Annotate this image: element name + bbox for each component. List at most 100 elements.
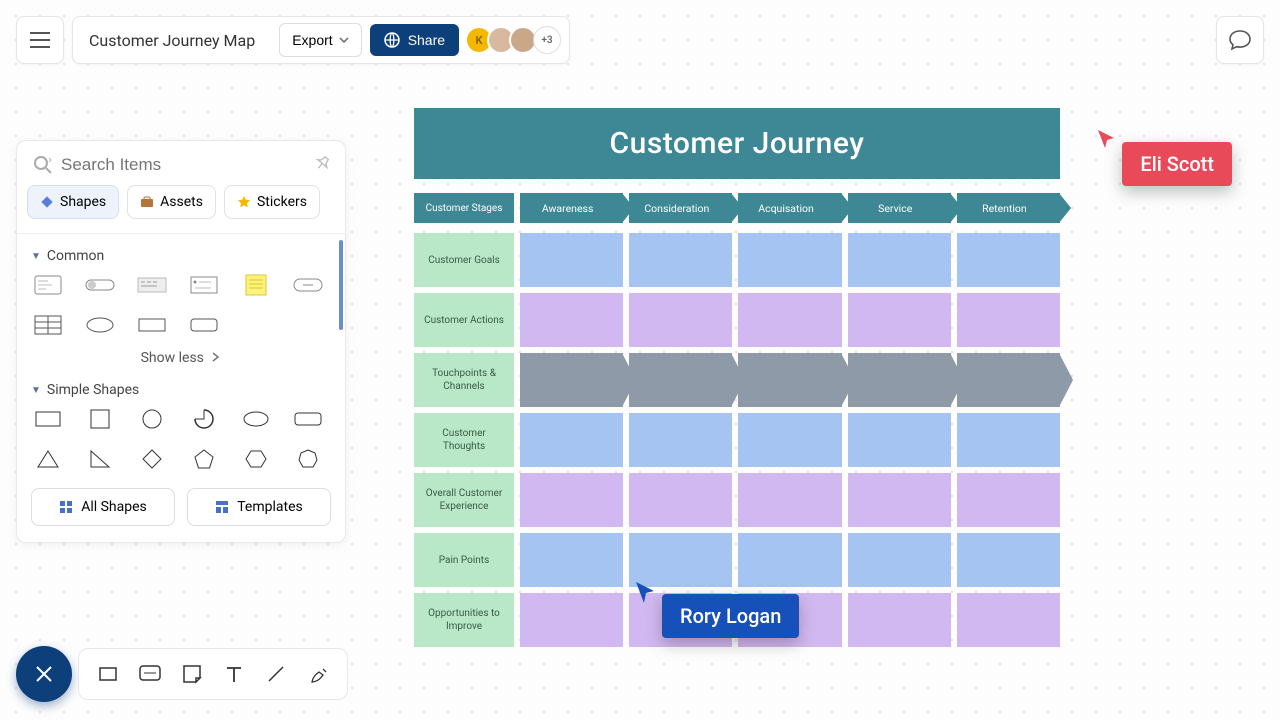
grid-icon <box>59 500 73 514</box>
diagram-cell[interactable] <box>520 293 623 347</box>
row-label[interactable]: Customer Thoughts <box>414 413 514 467</box>
diagram-cell[interactable] <box>957 233 1060 287</box>
journey-diagram[interactable]: Customer Journey Customer Stages Awarene… <box>414 108 1060 647</box>
shape-round-rect-2[interactable] <box>293 408 323 430</box>
document-title[interactable]: Customer Journey Map <box>89 31 271 50</box>
row-label[interactable]: Opportunities to Improve <box>414 593 514 647</box>
tab-assets[interactable]: Assets <box>127 185 216 219</box>
templates-button[interactable]: Templates <box>187 488 331 526</box>
diagram-cell[interactable] <box>848 353 951 407</box>
diagram-cell[interactable] <box>520 353 623 407</box>
collaborator-avatars[interactable]: K +3 <box>471 26 561 54</box>
shape-oval[interactable] <box>241 408 271 430</box>
diagram-cell[interactable] <box>738 233 841 287</box>
section-simple[interactable]: ▼Simple Shapes <box>31 372 331 406</box>
diagram-cell[interactable] <box>738 353 841 407</box>
pin-icon[interactable] <box>308 152 333 178</box>
diagram-cell[interactable] <box>957 413 1060 467</box>
shape-toggle[interactable] <box>85 274 115 296</box>
shape-table[interactable] <box>33 314 63 336</box>
shape-rounded-rect[interactable] <box>189 314 219 336</box>
diagram-cell[interactable] <box>629 533 732 587</box>
comments-button[interactable] <box>1216 16 1264 64</box>
shape-arc[interactable] <box>189 408 219 430</box>
tab-stickers[interactable]: Stickers <box>224 185 320 219</box>
shape-square[interactable] <box>85 408 115 430</box>
caret-down-icon <box>339 37 349 43</box>
tool-sticky[interactable] <box>181 663 203 685</box>
diagram-cell[interactable] <box>629 413 732 467</box>
tool-text[interactable] <box>223 663 245 685</box>
row-label[interactable]: Pain Points <box>414 533 514 587</box>
tool-line[interactable] <box>265 663 287 685</box>
diagram-cell[interactable] <box>848 233 951 287</box>
panel-bottom-buttons: All Shapes Templates <box>17 478 345 530</box>
shape-right-triangle[interactable] <box>85 448 115 470</box>
diagram-title[interactable]: Customer Journey <box>414 108 1060 179</box>
diagram-cell[interactable] <box>738 293 841 347</box>
stage-retention[interactable]: Retention <box>957 193 1060 223</box>
tool-card[interactable] <box>139 663 161 685</box>
document-toolbar: Customer Journey Map Export Share K +3 <box>72 16 570 64</box>
shape-sticky[interactable] <box>241 274 271 296</box>
diagram-cell[interactable] <box>848 473 951 527</box>
shape-circle[interactable] <box>137 408 167 430</box>
stage-service[interactable]: Service <box>848 193 951 223</box>
diagram-cell[interactable] <box>957 473 1060 527</box>
diagram-cell[interactable] <box>957 353 1060 407</box>
stage-awareness[interactable]: Awareness <box>520 193 623 223</box>
diagram-row: Customer Actions <box>414 293 1060 347</box>
share-button[interactable]: Share <box>370 24 459 56</box>
avatar-overflow[interactable]: +3 <box>533 26 561 54</box>
all-shapes-button[interactable]: All Shapes <box>31 488 175 526</box>
row-label[interactable]: Customer Goals <box>414 233 514 287</box>
shape-pentagon[interactable] <box>189 448 219 470</box>
diagram-cell[interactable] <box>957 293 1060 347</box>
diagram-cell[interactable] <box>957 533 1060 587</box>
diagram-cell[interactable] <box>738 413 841 467</box>
row-label[interactable]: Customer Actions <box>414 293 514 347</box>
diagram-cell[interactable] <box>738 533 841 587</box>
diagram-cell[interactable] <box>848 293 951 347</box>
diagram-cell[interactable] <box>520 413 623 467</box>
shape-ellipse-wide[interactable] <box>85 314 115 336</box>
diagram-cell[interactable] <box>738 473 841 527</box>
export-button[interactable]: Export <box>279 23 361 57</box>
shape-triangle[interactable] <box>33 448 63 470</box>
shape-hexagon[interactable] <box>241 448 271 470</box>
diagram-cell[interactable] <box>520 533 623 587</box>
menu-button[interactable] <box>16 16 64 64</box>
tab-shapes[interactable]: Shapes <box>27 185 119 219</box>
close-panel-button[interactable] <box>16 646 72 702</box>
shape-button[interactable] <box>293 274 323 296</box>
diagram-cell[interactable] <box>629 293 732 347</box>
stage-acquisition[interactable]: Acquisation <box>738 193 841 223</box>
shape-rectangle[interactable] <box>33 408 63 430</box>
diagram-cell[interactable] <box>957 593 1060 647</box>
diagram-cell[interactable] <box>520 233 623 287</box>
shape-keyboard[interactable] <box>137 274 167 296</box>
shape-form[interactable] <box>189 274 219 296</box>
section-common[interactable]: ▼Common <box>31 238 331 272</box>
diagram-cell[interactable] <box>848 533 951 587</box>
shape-rect-wide[interactable] <box>137 314 167 336</box>
stage-consideration[interactable]: Consideration <box>629 193 732 223</box>
stages-header[interactable]: Customer Stages <box>414 193 514 223</box>
shape-card[interactable] <box>33 274 63 296</box>
row-label[interactable]: Touchpoints & Channels <box>414 353 514 407</box>
tool-rectangle[interactable] <box>97 663 119 685</box>
diagram-cell[interactable] <box>520 473 623 527</box>
diagram-cell[interactable] <box>629 233 732 287</box>
simple-shapes-grid <box>31 406 331 478</box>
diagram-cell[interactable] <box>848 593 951 647</box>
shape-heptagon[interactable] <box>293 448 323 470</box>
diagram-cell[interactable] <box>848 413 951 467</box>
diagram-cell[interactable] <box>520 593 623 647</box>
row-label[interactable]: Overall Customer Experience <box>414 473 514 527</box>
diagram-cell[interactable] <box>629 353 732 407</box>
show-less-toggle[interactable]: Show less <box>31 344 331 372</box>
shape-diamond[interactable] <box>137 448 167 470</box>
diagram-cell[interactable] <box>629 473 732 527</box>
tool-pen[interactable] <box>307 663 329 685</box>
search-input[interactable] <box>61 155 305 175</box>
